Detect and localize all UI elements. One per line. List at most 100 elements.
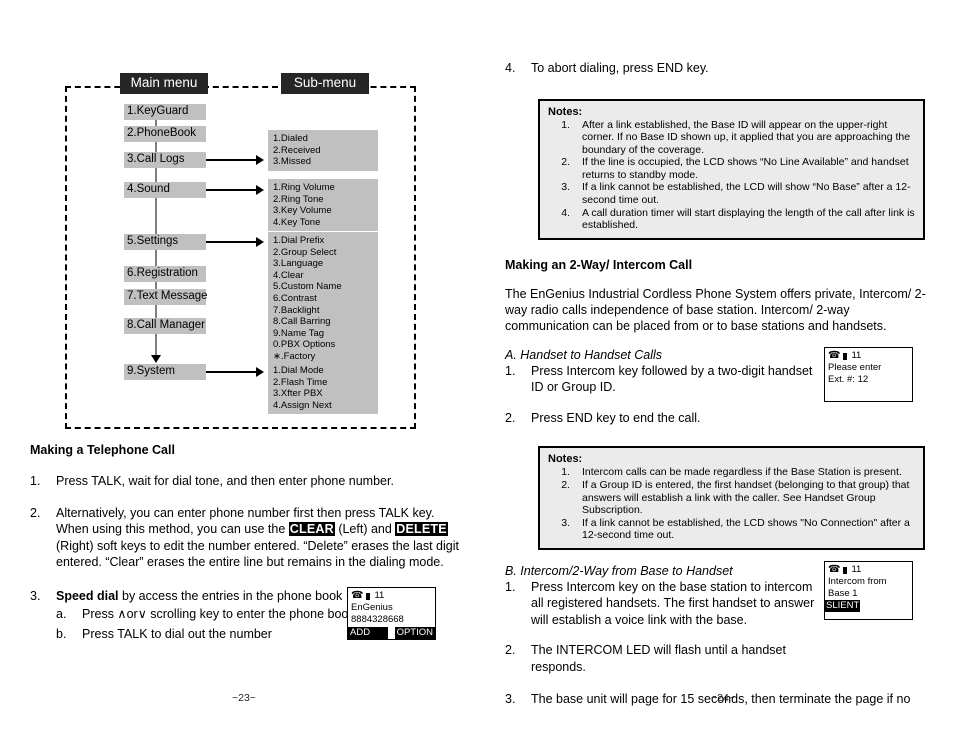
substep-letter: a. (56, 607, 67, 621)
handset-id: 11 (374, 590, 385, 601)
submenu-item: 4.Assign Next (273, 399, 332, 411)
section-a-step-2: 2. Press END key to end the call. (505, 410, 825, 427)
substep-text: Press TALK to dial out the number (82, 626, 272, 641)
note-number: 1. (561, 118, 570, 131)
note-text: A call duration timer will start display… (582, 206, 915, 232)
note-row: 2. If the line is occupied, the LCD show… (548, 156, 915, 181)
lcd-silent-indicator: SLIENT (825, 600, 861, 612)
substep-letter: b. (56, 626, 67, 641)
softkey-option[interactable]: OPTION (394, 627, 435, 639)
submenu-item: 2.Group Select (273, 246, 337, 258)
telephone-icon: ☎ (828, 350, 841, 361)
speed-dial-rest: by access the entries in the phone book (118, 588, 343, 603)
step-text: The INTERCOM LED will flash until a hand… (531, 643, 786, 674)
note-number: 1. (561, 466, 570, 479)
note-number: 2. (561, 156, 570, 169)
submenu-system[interactable]: 1.Dial Mode 2.Flash Time 3.Xfter PBX 4.A… (268, 362, 378, 415)
section-a-step-1: 1. Press Intercom key followed by a two-… (505, 363, 825, 396)
step-text: Speed dial by access the entries in the … (56, 588, 360, 643)
submenu-call-logs[interactable]: 1.Dialed 2.Received 3.Missed (268, 130, 378, 171)
note-text: If the line is occupied, the LCD shows “… (582, 156, 909, 181)
left-step-3a: a. Press ∧or∨ scrolling key to enter the… (56, 606, 360, 623)
telephone-icon: ☎ (828, 564, 841, 575)
main-item-registration[interactable]: 6.Registration (124, 266, 206, 282)
note-text: If a link cannot be established, the LCD… (582, 181, 911, 207)
lcd-line-1: Please enter (828, 362, 882, 373)
note-text: After a link established, the Base ID wi… (582, 118, 911, 156)
submenu-item: 1.Dial Mode (273, 365, 324, 376)
note-row: 4. A call duration timer will start disp… (548, 207, 915, 232)
main-item-keyguard[interactable]: 1.KeyGuard (124, 104, 206, 120)
battery-icon (843, 352, 848, 360)
main-item-text-message[interactable]: 7.Text Message (124, 289, 208, 305)
note-row: 3. If a link cannot be established, the … (548, 517, 915, 542)
submenu-item: 9.Name Tag (273, 327, 325, 339)
note-row: 3. If a link cannot be established, the … (548, 181, 915, 206)
notes-box-telephone-call: Notes: 1. After a link established, the … (538, 98, 925, 240)
menu-spine-arrowhead (150, 355, 161, 363)
note-text: If a link cannot be established, the LCD… (582, 516, 910, 542)
right-step-4: 4. To abort dialing, press END key. (505, 60, 930, 77)
main-item-call-logs[interactable]: 3.Call Logs (124, 152, 206, 168)
lcd-softkey-bar: ADD OPTION (348, 627, 435, 639)
step-number: 4. (505, 61, 516, 75)
note-number: 4. (561, 206, 570, 219)
main-item-sound[interactable]: 4.Sound (124, 182, 206, 198)
submenu-item: 1.Ring Volume (273, 182, 335, 193)
battery-icon (366, 592, 371, 600)
step-text: Press END key to end the call. (531, 410, 701, 425)
lcd-line-2: Base 1 (828, 588, 858, 599)
submenu-sound[interactable]: 1.Ring Volume 2.Ring Tone 3.Key Volume 4… (268, 179, 378, 232)
main-item-phonebook[interactable]: 2.PhoneBook (124, 126, 206, 142)
lcd-line-1: Intercom from (828, 576, 887, 587)
lcd-line-2: Ext. #: 12 (828, 374, 869, 385)
submenu-item: 7.Backlight (273, 304, 320, 316)
submenu-item: 1.Dialed (273, 133, 308, 144)
telephone-icon: ☎ (351, 590, 364, 601)
substep-text: Press ∧or∨ scrolling key to enter the ph… (82, 607, 355, 621)
submenu-item: 3.Language (273, 258, 324, 270)
step-text: Alternatively, you can enter phone numbe… (56, 505, 470, 571)
notes-title: Notes: (548, 453, 583, 466)
left-step-3b: b. Press TALK to dial out the number (56, 626, 360, 643)
lcd-intercom-base-display: ☎ 11 Intercom from Base 1 SLIENT (824, 561, 913, 620)
step-text: Press TALK, wait for dial tone, and then… (56, 474, 394, 488)
left-step-3: 3. Speed dial by access the entries in t… (30, 588, 360, 643)
note-number: 2. (561, 478, 570, 491)
lcd-status-bar: ☎ 11 (348, 590, 435, 602)
section-b-step-2: 2. The INTERCOM LED will flash until a h… (505, 642, 825, 675)
main-item-call-manager[interactable]: 8.Call Manager (124, 318, 206, 334)
submenu-settings[interactable]: 1.Dial Prefix 2.Group Select 3.Language … (268, 232, 378, 366)
submenu-item: 5.Custom Name (273, 281, 342, 293)
notes-box-intercom: Notes: 1. Intercom calls can be made reg… (538, 446, 925, 550)
submenu-item: 2.Received (273, 144, 321, 156)
arrow-head-system (256, 367, 264, 377)
lcd-line-2: 8884328668 (351, 614, 404, 625)
main-item-settings[interactable]: 5.Settings (124, 234, 206, 250)
page-number-right: ~24~ (711, 692, 735, 704)
delete-softkey-label: DELETE (395, 522, 448, 536)
step-number: 3. (505, 692, 516, 707)
step2-part2: (Left) and (334, 522, 396, 536)
note-number: 3. (561, 516, 570, 529)
step-text: Press Intercom key on the base station t… (531, 579, 815, 627)
right-heading-intercom: Making an 2-Way/ Intercom Call (505, 257, 693, 272)
note-text: If a Group ID is entered, the first hand… (582, 478, 910, 517)
notes-title: Notes: (548, 105, 583, 118)
note-number: 3. (561, 181, 570, 194)
submenu-item: 3.Key Volume (273, 205, 332, 217)
submenu-item: 8.Call Barring (273, 316, 331, 328)
manual-page-spread: Main menu Sub-menu 1.KeyGuard 2.PhoneBoo… (0, 0, 954, 738)
softkey-add[interactable]: ADD (348, 627, 388, 639)
handset-id: 11 (851, 350, 862, 361)
lcd-phonebook-display: ☎ 11 EnGenius 8884328668 ADD OPTION (347, 587, 436, 640)
lcd-status-bar: ☎ 11 (825, 564, 912, 576)
arrow-line-system (206, 371, 258, 373)
handset-id: 11 (851, 564, 862, 575)
speed-dial-bold: Speed dial (56, 588, 119, 603)
step-text: Press Intercom key followed by a two-dig… (531, 363, 813, 395)
main-item-system[interactable]: 9.System (124, 364, 206, 380)
step-number: 2. (505, 410, 516, 425)
arrow-head-settings (256, 237, 264, 247)
step-number: 1. (505, 363, 516, 378)
